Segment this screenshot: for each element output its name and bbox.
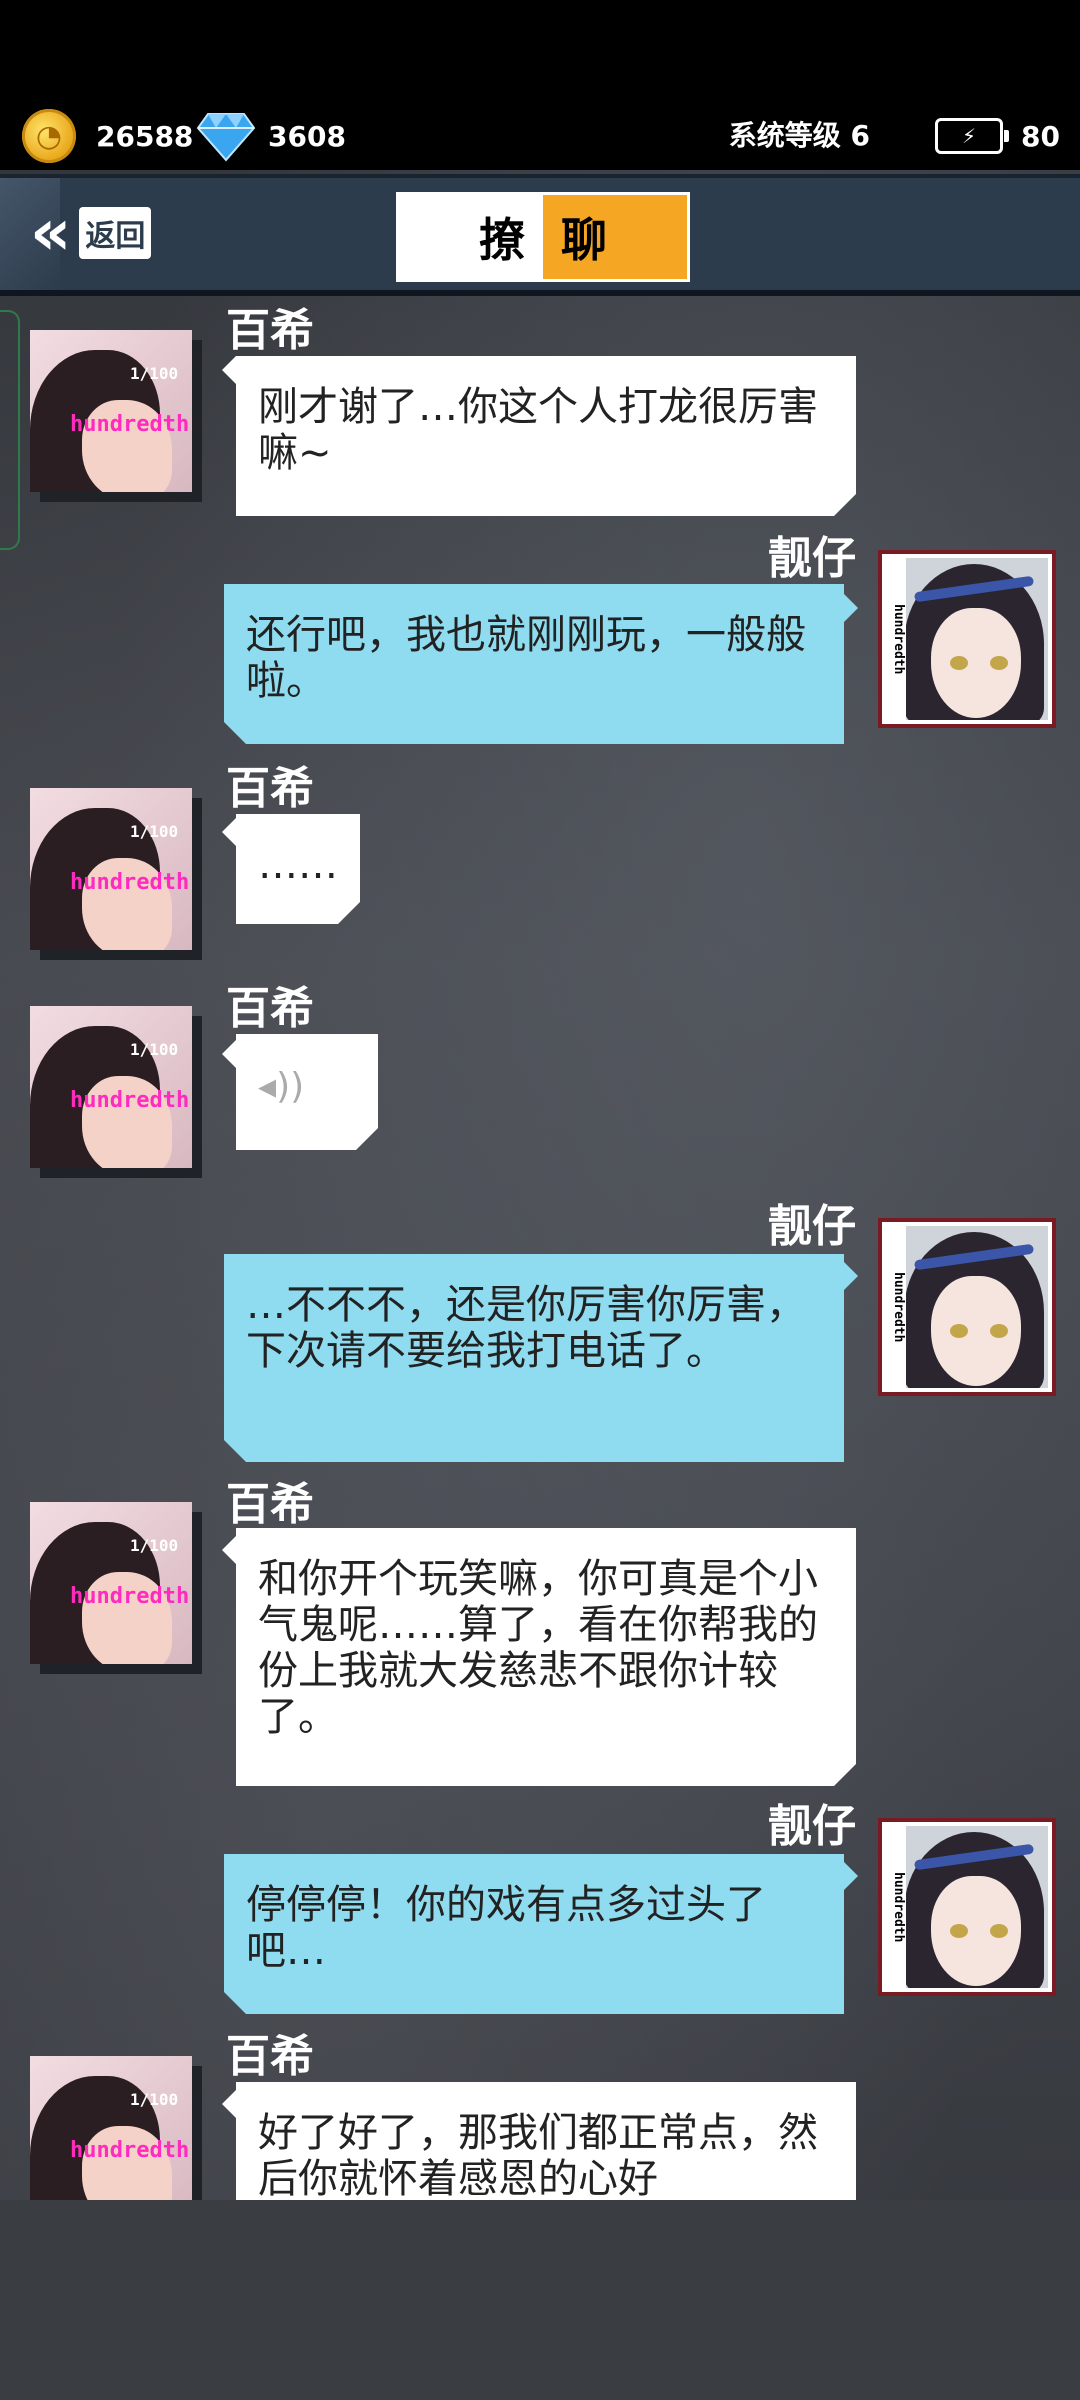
- avatar-baixi[interactable]: 1/100 hundredth: [30, 330, 192, 492]
- speaker-name: 百希: [226, 1479, 314, 1530]
- message-text: 和你开个玩笑嘛，你可真是个小气鬼呢……算了，看在你帮我的份上我就大发慈悲不跟你计…: [258, 1556, 818, 1740]
- message-bubble[interactable]: …不不不，还是你厉害你厉害，下次请不要给我打电话了。: [224, 1254, 844, 1462]
- speaker-name: 靓仔: [768, 1201, 856, 1252]
- speaker-name: 靓仔: [768, 533, 856, 584]
- voice-wave-icon: ◂)): [258, 1066, 305, 1107]
- message-bubble[interactable]: 停停停！你的戏有点多过头了吧…: [224, 1854, 844, 2014]
- voice-message-bubble[interactable]: ◂)): [236, 1034, 378, 1150]
- speaker-name: 靓仔: [768, 1801, 856, 1852]
- speaker-name: 百希: [226, 2031, 314, 2082]
- speaker-name: 百希: [226, 763, 314, 814]
- message-text: 停停停！你的戏有点多过头了吧…: [246, 1882, 766, 1974]
- message-bubble[interactable]: 和你开个玩笑嘛，你可真是个小气鬼呢……算了，看在你帮我的份上我就大发慈悲不跟你计…: [236, 1528, 856, 1786]
- avatar-baixi[interactable]: 1/100 hundredth: [30, 2056, 192, 2200]
- message-text: 还行吧，我也就刚刚玩，一般般啦。: [246, 612, 806, 704]
- avatar-baixi[interactable]: 1/100 hundredth: [30, 788, 192, 950]
- message-bubble[interactable]: 刚才谢了…你这个人打龙很厉害嘛~: [236, 356, 856, 516]
- message-text: 刚才谢了…你这个人打龙很厉害嘛~: [258, 384, 818, 476]
- bottom-area: [0, 2200, 1080, 2400]
- chat-list[interactable]: 百希 1/100 hundredth 刚才谢了…你这个人打龙很厉害嘛~ 靓仔 h…: [0, 0, 1080, 2200]
- avatar-player[interactable]: hundredth: [882, 554, 1052, 724]
- speaker-name: 百希: [226, 305, 314, 356]
- message-bubble[interactable]: 还行吧，我也就刚刚玩，一般般啦。: [224, 584, 844, 744]
- message-bubble[interactable]: 好了好了，那我们都正常点，然后你就怀着感恩的心好: [236, 2082, 856, 2200]
- avatar-player[interactable]: hundredth: [882, 1222, 1052, 1392]
- message-text: …不不不，还是你厉害你厉害，下次请不要给我打电话了。: [246, 1282, 806, 1374]
- message-text: ……: [258, 842, 338, 888]
- avatar-player[interactable]: hundredth: [882, 1822, 1052, 1992]
- speaker-name: 百希: [226, 983, 314, 1034]
- message-text: 好了好了，那我们都正常点，然后你就怀着感恩的心好: [258, 2110, 818, 2200]
- message-bubble[interactable]: ……: [236, 814, 360, 924]
- avatar-baixi[interactable]: 1/100 hundredth: [30, 1502, 192, 1664]
- avatar-baixi[interactable]: 1/100 hundredth: [30, 1006, 192, 1168]
